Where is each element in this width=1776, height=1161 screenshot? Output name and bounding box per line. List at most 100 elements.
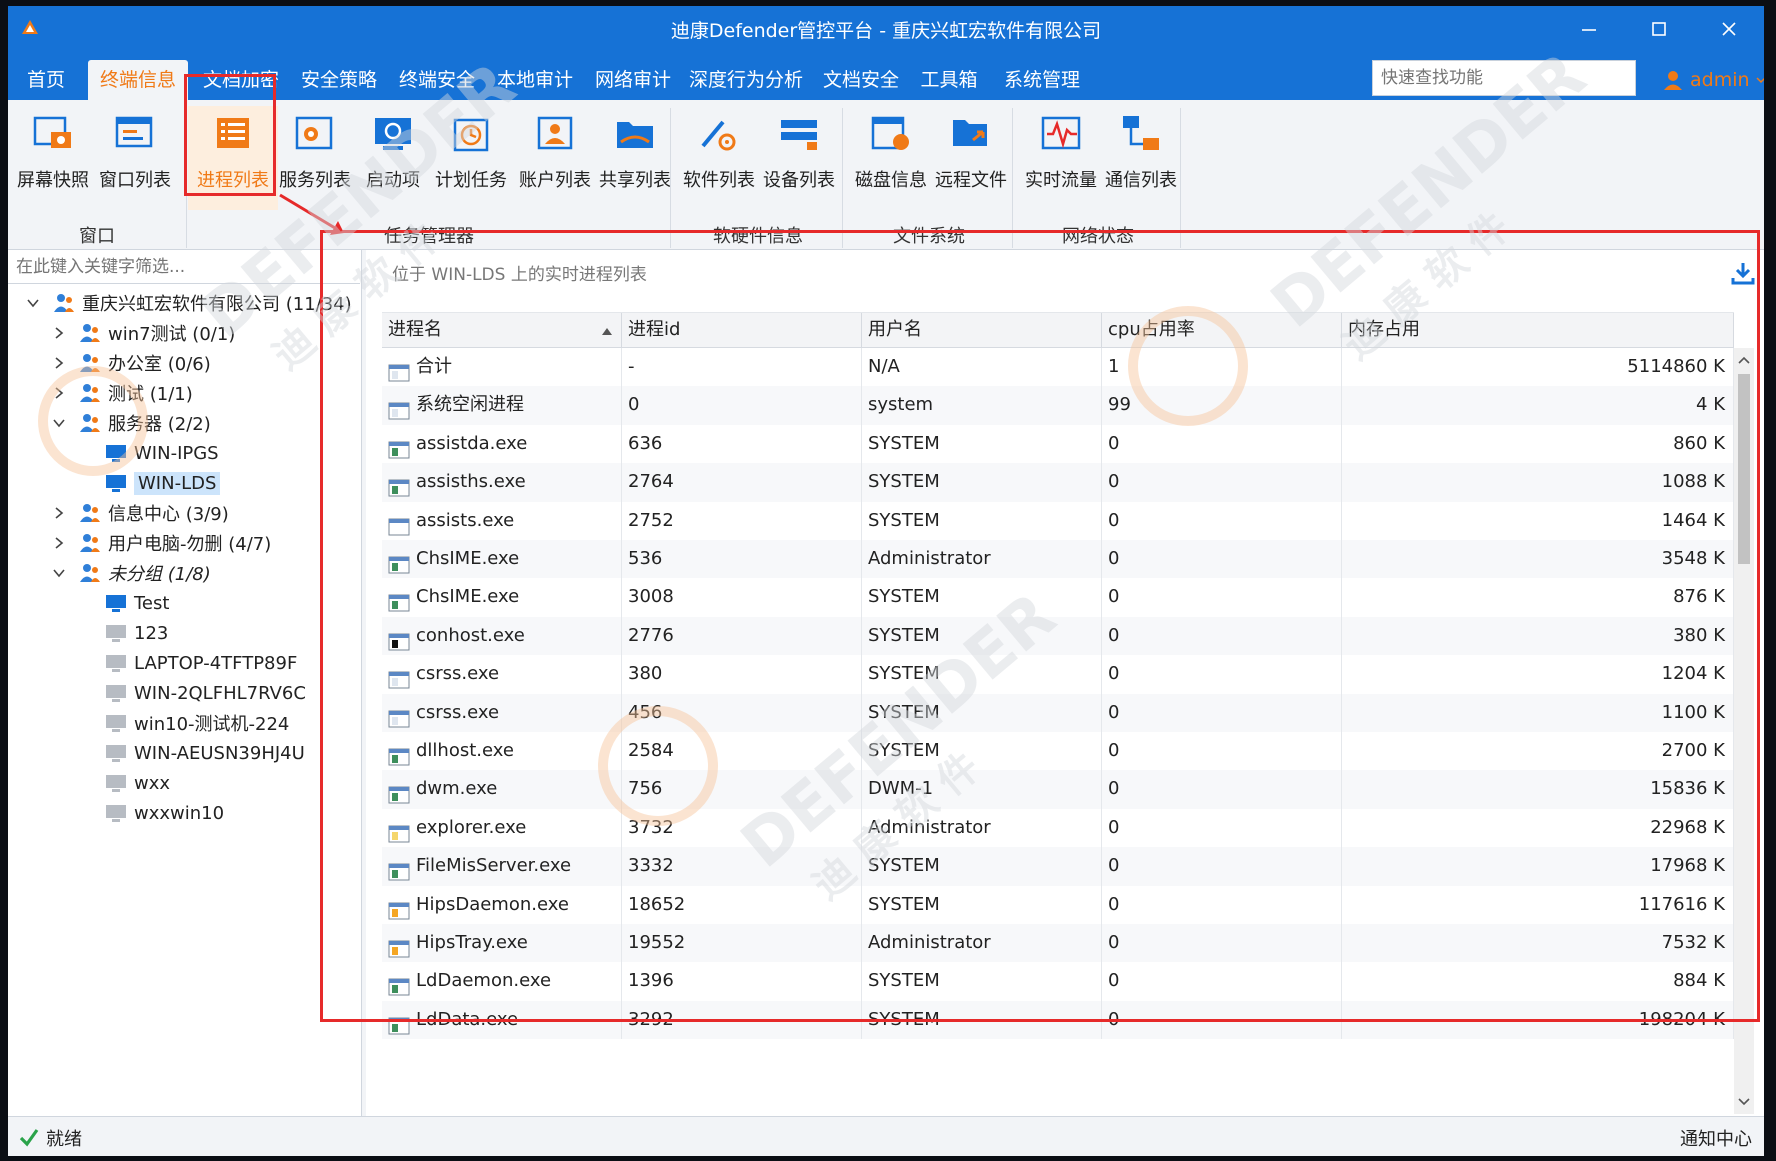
- user-menu[interactable]: admin: [1662, 66, 1764, 94]
- tree-node-label: WIN-AEUSN39HJ4U: [134, 742, 305, 764]
- process-name-cell: assistda.exe: [382, 424, 622, 464]
- menu-terminal-info[interactable]: 终端信息: [88, 60, 188, 100]
- user-cell: Administrator: [862, 808, 1102, 848]
- startup-items-button[interactable]: 启动项: [348, 106, 438, 210]
- download-icon[interactable]: [1730, 260, 1756, 286]
- tree-node[interactable]: WIN-LDS: [8, 468, 360, 498]
- tree-node[interactable]: 重庆兴虹宏软件有限公司 (11/34): [8, 288, 360, 318]
- tree-node[interactable]: WIN-2QLFHL7RV6C: [8, 678, 360, 708]
- username: admin: [1690, 69, 1750, 91]
- menu-toolbox[interactable]: 工具箱: [914, 60, 984, 100]
- table-row[interactable]: assisths.exe 2764 SYSTEM 0 1088 K: [382, 463, 1734, 502]
- process-list-button[interactable]: 进程列表: [188, 106, 278, 210]
- user-cell: N/A: [862, 348, 1102, 387]
- realtime-traffic-button[interactable]: 实时流量: [1016, 106, 1106, 210]
- menu-local-audit[interactable]: 本地审计: [490, 60, 580, 100]
- tree-node[interactable]: 测试 (1/1): [8, 378, 360, 408]
- tree-node[interactable]: wxx: [8, 768, 360, 798]
- menu-doc-encryption[interactable]: 文档加密: [196, 60, 286, 100]
- column-header-process-name[interactable]: 进程名: [382, 313, 622, 349]
- scroll-down-icon[interactable]: [1734, 1092, 1754, 1112]
- user-cell: SYSTEM: [862, 962, 1102, 1001]
- pid-cell: 2764: [622, 463, 862, 502]
- table-row[interactable]: dllhost.exe 2584 SYSTEM 0 2700 K: [382, 732, 1734, 771]
- tree-node-label: WIN-2QLFHL7RV6C: [134, 682, 306, 704]
- menu-system-admin[interactable]: 系统管理: [992, 60, 1092, 100]
- menu-security-policy[interactable]: 安全策略: [294, 60, 384, 100]
- table-row[interactable]: csrss.exe 456 SYSTEM 0 1100 K: [382, 693, 1734, 732]
- table-row[interactable]: 合计 - N/A 1 5114860 K: [382, 348, 1734, 387]
- software-list-button[interactable]: 软件列表: [674, 106, 764, 210]
- table-row[interactable]: dwm.exe 756 DWM-1 0 15836 K: [382, 770, 1734, 809]
- chevron-right-icon[interactable]: [50, 354, 68, 372]
- window-list-button[interactable]: 窗口列表: [90, 106, 180, 210]
- menu-behavior-analysis[interactable]: 深度行为分析: [684, 60, 808, 100]
- tree-node[interactable]: LAPTOP-4TFTP89F: [8, 648, 360, 678]
- maximize-button[interactable]: [1624, 6, 1694, 52]
- table-row[interactable]: conhost.exe 2776 SYSTEM 0 380 K: [382, 616, 1734, 656]
- minimize-button[interactable]: [1554, 6, 1624, 52]
- tree-node[interactable]: WIN-IPGS: [8, 438, 360, 468]
- table-row[interactable]: HipsDaemon.exe 18652 SYSTEM 0 117616 K: [382, 885, 1734, 924]
- process-name-cell: 系统空闲进程: [382, 386, 622, 425]
- menu-network-audit[interactable]: 网络审计: [588, 60, 678, 100]
- notification-center-link[interactable]: 通知中心: [1680, 1125, 1752, 1151]
- column-header-pid[interactable]: 进程id: [622, 313, 862, 349]
- computer-offline-icon: [104, 652, 128, 674]
- table-row[interactable]: HipsTray.exe 19552 Administrator 0 7532 K: [382, 924, 1734, 963]
- table-row[interactable]: ChsIME.exe 536 Administrator 0 3548 K: [382, 540, 1734, 579]
- memory-cell: 1204 K: [1342, 655, 1734, 694]
- tree-node[interactable]: 未分组 (1/8): [8, 558, 360, 588]
- chevron-right-icon[interactable]: [50, 384, 68, 402]
- communication-list-button[interactable]: 通信列表: [1096, 106, 1186, 210]
- table-row[interactable]: assistda.exe 636 SYSTEM 0 860 K: [382, 424, 1734, 464]
- column-header-memory[interactable]: 内存占用: [1342, 313, 1734, 349]
- tree-node[interactable]: WIN-AEUSN39HJ4U: [8, 738, 360, 768]
- vertical-scrollbar[interactable]: [1734, 348, 1754, 1114]
- chevron-right-icon[interactable]: [50, 324, 68, 342]
- table-row[interactable]: ChsIME.exe 3008 SYSTEM 0 876 K: [382, 578, 1734, 617]
- menu-home[interactable]: 首页: [16, 60, 76, 100]
- table-row[interactable]: 系统空闲进程 0 system 99 4 K: [382, 386, 1734, 425]
- tree-node[interactable]: win7测试 (0/1): [8, 318, 360, 348]
- tree-node[interactable]: 办公室 (0/6): [8, 348, 360, 378]
- table-row[interactable]: explorer.exe 3732 Administrator 0 22968 K: [382, 808, 1734, 848]
- menu-doc-security[interactable]: 文档安全: [816, 60, 906, 100]
- column-header-cpu[interactable]: cpu占用率: [1102, 313, 1342, 349]
- tree-node[interactable]: 123: [8, 618, 360, 648]
- quick-search-input[interactable]: [1372, 60, 1636, 96]
- cpu-cell: 0: [1102, 578, 1342, 617]
- sort-ascending-icon: [602, 328, 612, 335]
- table-row[interactable]: csrss.exe 380 SYSTEM 0 1204 K: [382, 655, 1734, 694]
- chevron-down-icon[interactable]: [50, 564, 68, 582]
- table-row[interactable]: FileMisServer.exe 3332 SYSTEM 0 17968 K: [382, 847, 1734, 886]
- scroll-up-icon[interactable]: [1734, 350, 1754, 370]
- menu-terminal-security[interactable]: 终端安全: [392, 60, 482, 100]
- tree-node[interactable]: 用户电脑-勿删 (4/7): [8, 528, 360, 558]
- tree-node[interactable]: win10-测试机-224: [8, 708, 360, 738]
- remote-file-button[interactable]: 远程文件: [926, 106, 1016, 210]
- table-row[interactable]: assists.exe 2752 SYSTEM 0 1464 K: [382, 501, 1734, 540]
- disk-info-button[interactable]: 磁盘信息: [846, 106, 936, 210]
- scheduled-tasks-button[interactable]: 计划任务: [426, 106, 516, 210]
- device-list-button[interactable]: 设备列表: [754, 106, 844, 210]
- account-list-button[interactable]: 账户列表: [510, 106, 600, 210]
- tree-node[interactable]: 服务器 (2/2): [8, 408, 360, 438]
- chevron-right-icon[interactable]: [50, 504, 68, 522]
- close-button[interactable]: [1694, 6, 1764, 52]
- tree-node[interactable]: Test: [8, 588, 360, 618]
- chevron-down-icon[interactable]: [50, 414, 68, 432]
- screen-snapshot-button[interactable]: 屏幕快照: [8, 106, 98, 210]
- chevron-down-icon[interactable]: [24, 294, 42, 312]
- memory-cell: 5114860 K: [1342, 348, 1734, 387]
- column-header-user[interactable]: 用户名: [862, 313, 1102, 349]
- table-row[interactable]: LdDaemon.exe 1396 SYSTEM 0 884 K: [382, 962, 1734, 1001]
- table-row[interactable]: LdData.exe 3292 SYSTEM 0 198204 K: [382, 1000, 1734, 1040]
- share-list-button[interactable]: 共享列表: [590, 106, 680, 210]
- tree-filter-input[interactable]: [8, 250, 360, 284]
- tree-node[interactable]: wxxwin10: [8, 798, 360, 828]
- chevron-right-icon[interactable]: [50, 534, 68, 552]
- title-bar[interactable]: 迪康Defender管控平台 - 重庆兴虹宏软件有限公司: [8, 6, 1764, 52]
- scrollbar-thumb[interactable]: [1738, 374, 1750, 564]
- tree-node[interactable]: 信息中心 (3/9): [8, 498, 360, 528]
